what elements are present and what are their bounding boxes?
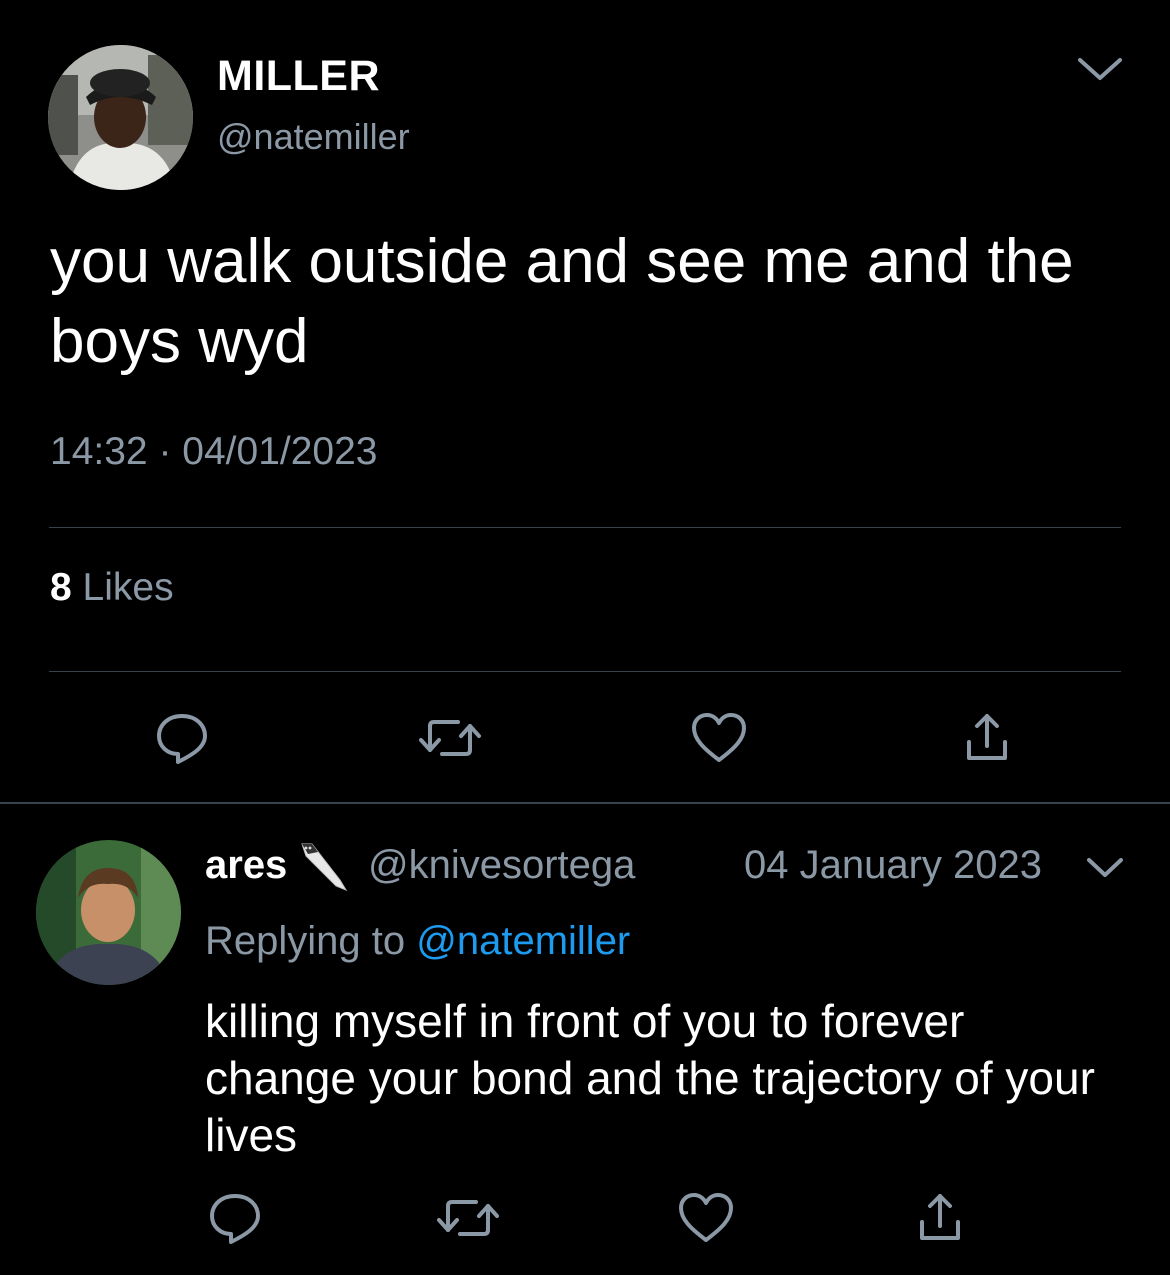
- retweet-button[interactable]: [418, 706, 482, 770]
- divider: [49, 671, 1121, 672]
- chevron-down-icon[interactable]: [1074, 50, 1126, 86]
- reply-text: killing myself in front of you to foreve…: [205, 995, 1095, 1161]
- likes-label: Likes: [82, 566, 174, 609]
- share-button[interactable]: [908, 1186, 972, 1250]
- author-handle[interactable]: @natemiller: [217, 116, 410, 158]
- reply-author-avatar[interactable]: [36, 840, 181, 985]
- knife-icon: [296, 840, 352, 896]
- heart-icon: [679, 1193, 733, 1242]
- avatar-photo-icon: [48, 45, 193, 190]
- share-icon: [967, 714, 1007, 760]
- reply-date[interactable]: 04 January 2023: [744, 843, 1042, 888]
- tweet-time: 14:32: [50, 430, 148, 473]
- reply-button[interactable]: [150, 706, 214, 770]
- reply-icon: [210, 1194, 260, 1244]
- reply-button[interactable]: [203, 1186, 267, 1250]
- section-divider: [0, 802, 1170, 804]
- replying-mention-link[interactable]: @natemiller: [416, 919, 630, 963]
- reply-author-name[interactable]: ares: [205, 843, 287, 888]
- tweet-text: you walk outside and see me and the boys…: [50, 227, 1074, 376]
- author-name[interactable]: MILLER: [217, 52, 380, 101]
- likes-count[interactable]: 8 Likes: [50, 566, 174, 610]
- tweet-timestamp[interactable]: 14:32 · 04/01/2023: [50, 430, 378, 474]
- timestamp-separator: ·: [158, 430, 172, 473]
- heart-icon: [692, 713, 746, 762]
- author-avatar[interactable]: [48, 45, 193, 190]
- tweet-date: 04/01/2023: [182, 430, 378, 473]
- chevron-down-icon[interactable]: [1084, 852, 1126, 882]
- share-icon: [920, 1194, 960, 1240]
- likes-number: 8: [50, 566, 72, 609]
- reply-icon: [157, 714, 207, 764]
- replying-to: Replying to @natemiller: [205, 919, 630, 964]
- reply-author-handle[interactable]: @knivesortega: [368, 843, 635, 888]
- retweet-icon: [437, 1200, 499, 1236]
- divider: [49, 527, 1121, 528]
- share-button[interactable]: [955, 706, 1019, 770]
- like-button[interactable]: [687, 706, 751, 770]
- main-tweet: MILLER @natemiller you walk outside and …: [0, 0, 1170, 803]
- retweet-icon: [419, 720, 481, 756]
- retweet-button[interactable]: [436, 1186, 500, 1250]
- avatar-photo-icon: [36, 840, 181, 985]
- like-button[interactable]: [674, 1186, 738, 1250]
- replying-prefix: Replying to: [205, 919, 406, 963]
